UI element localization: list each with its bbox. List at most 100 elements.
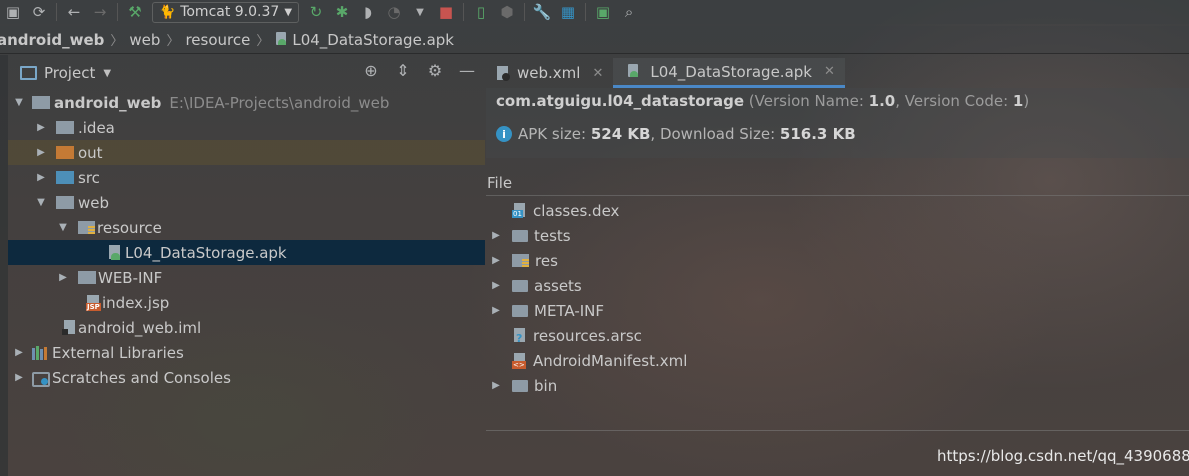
stop-icon[interactable]: ■ (433, 1, 459, 23)
breadcrumb-item[interactable]: web (129, 31, 160, 49)
project-tree: ▼ android_web E:\IDEA-Projects\android_w… (8, 90, 485, 390)
apk-row-resources-arsc[interactable]: resources.arsc (486, 323, 1189, 348)
breadcrumb-separator: 〉 (110, 34, 124, 49)
collapsed-arrow-icon[interactable]: ▶ (488, 280, 504, 291)
resource-folder-icon (78, 221, 95, 234)
apk-row-bin[interactable]: ▶ bin (486, 373, 1189, 398)
apk-row-meta-inf[interactable]: ▶ META-INF (486, 298, 1189, 323)
toolbar-separator (56, 3, 57, 21)
device-manager-icon[interactable]: ▯ (468, 1, 494, 23)
sync-icon[interactable]: ⟳ (26, 1, 52, 23)
apk-row-res[interactable]: ▶ res (486, 248, 1189, 273)
collapsed-arrow-icon[interactable]: ▶ (56, 272, 70, 283)
folder-icon (512, 379, 528, 392)
download-size-value: 516.3 KB (779, 125, 856, 143)
collapsed-arrow-icon[interactable]: ▶ (34, 147, 48, 158)
chevron-down-icon: ▼ (284, 6, 293, 18)
apk-row-classes-dex[interactable]: classes.dex (486, 198, 1189, 223)
tree-row-iml[interactable]: android_web.iml (8, 315, 485, 340)
debug-bug-icon[interactable]: ✱ (329, 1, 355, 23)
gear-icon[interactable]: ⚙ (423, 61, 447, 80)
toolbar-separator (585, 3, 587, 21)
tree-row-scratches[interactable]: ▶ Scratches and Consoles (8, 365, 485, 390)
settings-wrench-icon[interactable]: 🔧 (529, 1, 555, 23)
apk-size-value: 524 KB (590, 125, 651, 143)
tree-row-index-jsp[interactable]: index.jsp (8, 290, 485, 315)
tree-row-path: E:\IDEA-Projects\android_web (169, 93, 390, 112)
hide-panel-icon[interactable]: — (455, 61, 479, 80)
collapse-all-icon[interactable]: ⇕ (391, 61, 415, 80)
tree-row-label: web (78, 193, 110, 212)
apk-row-assets[interactable]: ▶ assets (486, 273, 1189, 298)
apk-row-android-manifest[interactable]: AndroidManifest.xml (486, 348, 1189, 373)
tree-row-resource[interactable]: ▼ resource (8, 215, 485, 240)
project-structure-icon[interactable]: ▦ (555, 1, 581, 23)
tab-label: web.xml (517, 64, 581, 82)
tree-row-root[interactable]: ▼ android_web E:\IDEA-Projects\android_w… (8, 90, 485, 115)
arsc-file-icon (512, 327, 527, 345)
editor-tabs: web.xml ✕ L04_DataStorage.apk ✕ (486, 58, 1189, 88)
forward-icon[interactable]: → (87, 1, 113, 23)
apk-row-label: bin (534, 376, 558, 395)
collapsed-arrow-icon[interactable]: ▶ (488, 305, 504, 316)
collapsed-arrow-icon[interactable]: ▶ (488, 255, 504, 266)
collapsed-arrow-icon[interactable]: ▶ (12, 347, 26, 358)
tree-row-web-inf[interactable]: ▶ WEB-INF (8, 265, 485, 290)
locate-target-icon[interactable]: ⊕ (359, 61, 383, 80)
info-icon: i (496, 126, 512, 142)
project-panel-tools: ⊕ ⇕ ⚙ — (359, 61, 479, 80)
apk-package-line: com.atguigu.l04_datastorage (Version Nam… (496, 92, 1029, 110)
breadcrumb-item[interactable]: android_web (0, 31, 104, 49)
back-icon[interactable]: ← (61, 1, 87, 23)
sdk-manager-icon[interactable]: ⬢ (494, 1, 520, 23)
chevron-down-icon[interactable]: ▼ (103, 68, 111, 79)
tree-row-idea[interactable]: ▶ .idea (8, 115, 485, 140)
tree-row-apk-selected[interactable]: L04_DataStorage.apk (8, 240, 485, 265)
tree-row-label: android_web.iml (78, 318, 202, 337)
rerun-icon[interactable]: ↻ (303, 1, 329, 23)
tree-row-web[interactable]: ▼ web (8, 190, 485, 215)
tree-row-external-libraries[interactable]: ▶ External Libraries (8, 340, 485, 365)
save-icon[interactable]: ▣ (0, 1, 26, 23)
breadcrumb-item[interactable]: L04_DataStorage.apk (275, 31, 454, 49)
collapsed-arrow-icon[interactable]: ▶ (34, 122, 48, 133)
coverage-icon[interactable]: ◗ (355, 1, 381, 23)
apk-file-tree: classes.dex ▶ tests ▶ res ▶ assets ▶ MET… (486, 198, 1189, 398)
apk-file-icon (108, 244, 122, 261)
breadcrumb-item[interactable]: resource (185, 31, 250, 49)
version-prefix: (Version Name: (748, 92, 869, 110)
build-hammer-icon[interactable]: ⚒ (122, 1, 148, 23)
tree-row-label: android_web (54, 93, 162, 112)
profile-icon[interactable]: ◔ (381, 1, 407, 23)
tree-row-out[interactable]: ▶ out (8, 140, 485, 165)
collapsed-arrow-icon[interactable]: ▶ (488, 230, 504, 241)
collapsed-arrow-icon[interactable]: ▶ (34, 172, 48, 183)
file-column-header[interactable]: File (486, 170, 1189, 196)
tree-row-src[interactable]: ▶ src (8, 165, 485, 190)
apk-row-label: AndroidManifest.xml (533, 351, 688, 370)
apk-package-name: com.atguigu.l04_datastorage (496, 92, 744, 110)
dex-file-icon (512, 202, 527, 219)
run-configuration-select[interactable]: 🐈 Tomcat 9.0.37 ▼ (152, 1, 300, 23)
apk-row-label: tests (534, 226, 571, 245)
expanded-arrow-icon[interactable]: ▼ (12, 97, 26, 108)
expanded-arrow-icon[interactable]: ▼ (56, 222, 70, 233)
tab-web-xml[interactable]: web.xml ✕ (486, 58, 613, 88)
folder-icon (512, 304, 528, 317)
collapsed-arrow-icon[interactable]: ▶ (12, 372, 26, 383)
tree-row-label: .idea (78, 118, 115, 137)
tab-apk[interactable]: L04_DataStorage.apk ✕ (613, 58, 845, 88)
more-run-chevron-icon[interactable]: ▼ (407, 1, 433, 23)
close-icon[interactable]: ✕ (592, 66, 603, 81)
download-size-label: , Download Size: (650, 125, 780, 143)
web-folder-icon (56, 196, 74, 209)
apk-row-tests[interactable]: ▶ tests (486, 223, 1189, 248)
project-view-selector[interactable]: Project (44, 64, 95, 82)
file-column-label: File (487, 173, 513, 192)
close-icon[interactable]: ✕ (824, 64, 835, 79)
expanded-arrow-icon[interactable]: ▼ (34, 197, 48, 208)
search-icon[interactable]: ⌕ (616, 1, 642, 23)
terminal-icon[interactable]: ▣ (590, 1, 616, 23)
tree-row-label: Scratches and Consoles (52, 368, 231, 387)
collapsed-arrow-icon[interactable]: ▶ (488, 380, 504, 391)
